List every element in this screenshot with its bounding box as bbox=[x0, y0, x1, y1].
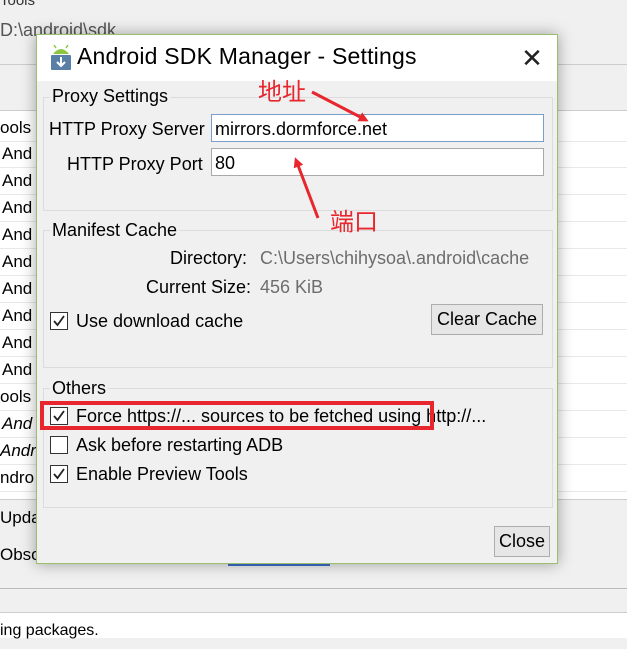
arrow-to-server bbox=[311, 90, 369, 122]
annotation-arrows bbox=[293, 90, 369, 219]
arrow-to-port bbox=[293, 157, 320, 219]
